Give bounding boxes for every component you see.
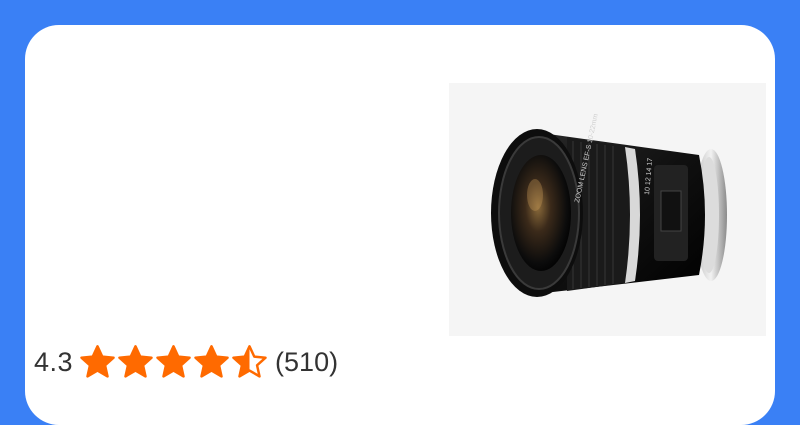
product-image[interactable]: ZOOM LENS EF-S 10-22mm 10 12 14 17 xyxy=(449,83,766,336)
rating-row[interactable]: 4.3 (510) xyxy=(34,340,338,384)
star-rating[interactable] xyxy=(79,344,269,381)
star-full-icon xyxy=(118,344,153,378)
star-full-icon xyxy=(80,344,115,378)
camera-lens-image: ZOOM LENS EF-S 10-22mm 10 12 14 17 xyxy=(491,113,727,297)
product-card: ZOOM LENS EF-S 10-22mm 10 12 14 17 4.3 (… xyxy=(25,25,775,425)
rating-value: 4.3 xyxy=(34,346,74,377)
star-full-icon xyxy=(194,344,229,378)
review-count-link[interactable]: (510) xyxy=(275,347,338,378)
star-full-icon xyxy=(156,344,191,378)
star-half-icon xyxy=(232,344,267,378)
